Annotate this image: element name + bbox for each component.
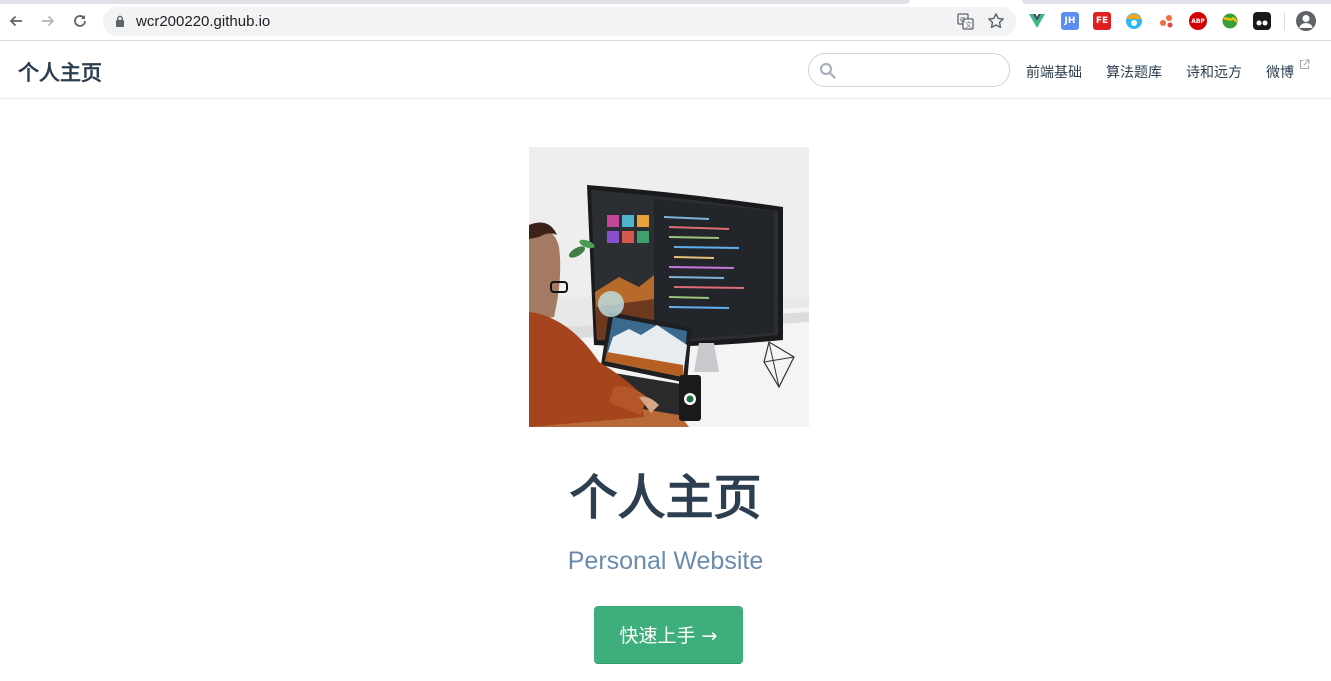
svg-text:文: 文 (965, 20, 972, 29)
back-button[interactable] (5, 10, 27, 32)
external-link-icon (1299, 59, 1310, 70)
jh-icon[interactable]: JH (1061, 12, 1079, 30)
search-icon (819, 62, 836, 79)
globe-extension-icon[interactable] (1125, 12, 1143, 30)
nav-link-poetry[interactable]: 诗和远方 (1186, 62, 1242, 82)
earth-extension-icon[interactable] (1221, 12, 1239, 30)
people-extension-icon[interactable] (1157, 12, 1175, 30)
bookmark-star-icon[interactable] (987, 12, 1005, 30)
address-bar[interactable]: wcr200220.github.io G文 (103, 7, 1016, 36)
site-home-link[interactable]: 个人主页 (18, 57, 102, 87)
adblock-plus-icon[interactable]: ABP (1189, 12, 1207, 30)
url-text[interactable]: wcr200220.github.io (136, 13, 270, 30)
site-navbar: 个人主页 前端基础 算法题库 诗和远方 微博 (0, 41, 1331, 99)
arrow-right-icon (42, 15, 55, 27)
forward-button[interactable] (37, 10, 59, 32)
vue-devtools-icon[interactable] (1028, 12, 1046, 30)
profile-avatar-icon[interactable] (1296, 11, 1316, 31)
nav-link-weibo[interactable]: 微博 (1266, 59, 1310, 82)
tab-strip (0, 0, 1331, 4)
hero-title: 个人主页 (569, 470, 762, 526)
get-started-button[interactable]: 快速上手 → (594, 606, 743, 664)
search-box[interactable] (808, 53, 1010, 87)
hero-image (529, 147, 809, 427)
browser-toolbar: wcr200220.github.io G文 JH FE ABP (0, 0, 1331, 41)
reload-button[interactable] (69, 10, 91, 32)
tab-strip-left (0, 0, 910, 4)
translate-icon[interactable]: G文 (957, 13, 974, 30)
hero-description: Personal Website (567, 547, 764, 575)
toolbar-divider (1284, 12, 1285, 30)
nav-links: 前端基础 算法题库 诗和远方 微博 (1026, 59, 1310, 82)
lock-icon (116, 15, 124, 27)
nav-link-algorithms[interactable]: 算法题库 (1106, 62, 1162, 82)
fe-helper-icon[interactable]: FE (1093, 12, 1111, 30)
tab-strip-right (1022, 0, 1331, 4)
reload-icon (74, 15, 86, 27)
search-input[interactable] (841, 60, 1001, 80)
nav-link-frontend[interactable]: 前端基础 (1026, 62, 1082, 82)
arrow-left-icon (9, 15, 22, 27)
tampermonkey-icon[interactable] (1253, 12, 1271, 30)
nav-link-weibo-label: 微博 (1266, 65, 1294, 81)
